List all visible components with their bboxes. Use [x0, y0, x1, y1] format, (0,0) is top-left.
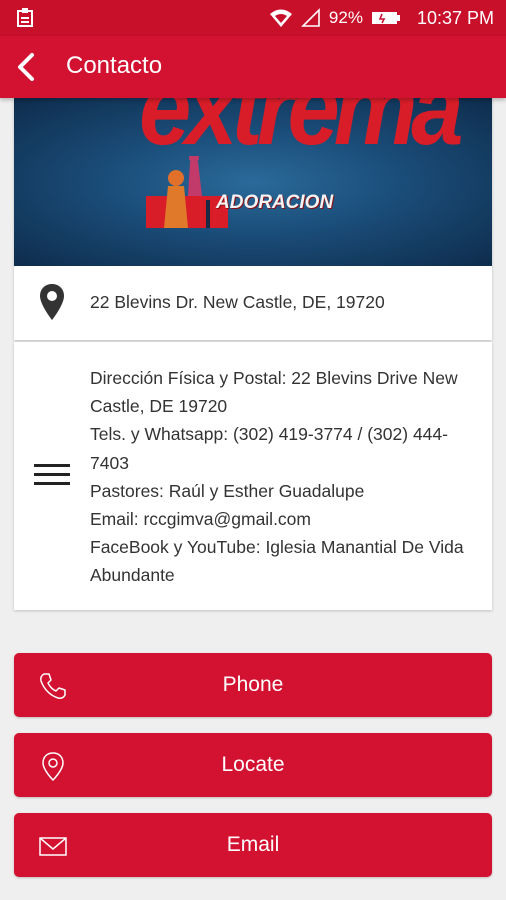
- banner-image: extrema ADORACION: [14, 98, 492, 266]
- status-bar: 92% 10:37 PM: [0, 0, 506, 36]
- wifi-icon: [269, 9, 292, 27]
- back-button[interactable]: [6, 46, 46, 88]
- back-arrow-icon: [18, 53, 34, 81]
- signal-icon: [300, 8, 320, 27]
- info-line: Pastores: Raúl y Esther Guadalupe: [90, 480, 365, 501]
- email-button[interactable]: Email: [14, 813, 492, 877]
- info-line: FaceBook y YouTube: Iglesia Manantial De…: [90, 537, 464, 586]
- battery-icon: [371, 12, 400, 24]
- menu-lines-icon: [34, 464, 70, 485]
- phone-button[interactable]: Phone: [14, 653, 492, 717]
- header-card: extrema ADORACION 22 Blevins Dr. New Cas…: [14, 98, 492, 340]
- address-row[interactable]: 22 Blevins Dr. New Castle, DE, 19720: [14, 266, 492, 338]
- battery-percent: 92%: [328, 8, 363, 27]
- notification-icon: [17, 8, 33, 27]
- address-text: 22 Blevins Dr. New Castle, DE, 19720: [90, 291, 385, 312]
- info-card: Dirección Física y Postal: 22 Blevins Dr…: [14, 342, 492, 610]
- info-line: Email: rccgimva@gmail.com: [90, 509, 311, 530]
- location-pin-icon: [40, 284, 64, 320]
- clock: 10:37 PM: [416, 7, 494, 28]
- contact-details: Dirección Física y Postal: 22 Blevins Dr…: [90, 364, 478, 590]
- status-indicators: 92% 10:37 PM: [269, 0, 494, 36]
- email-button-label: Email: [226, 833, 280, 856]
- banner-logo-subtitle: ADORACION: [216, 192, 334, 213]
- locate-button[interactable]: Locate: [14, 733, 492, 797]
- phone-button-label: Phone: [222, 673, 284, 696]
- info-line: Dirección Física y Postal: 22 Blevins Dr…: [90, 368, 458, 417]
- locate-button-label: Locate: [221, 753, 285, 776]
- info-line: Tels. y Whatsapp: (302) 419-3774 / (302)…: [90, 424, 448, 473]
- app-bar: Contacto: [0, 36, 506, 98]
- page-title: Contacto: [66, 52, 163, 79]
